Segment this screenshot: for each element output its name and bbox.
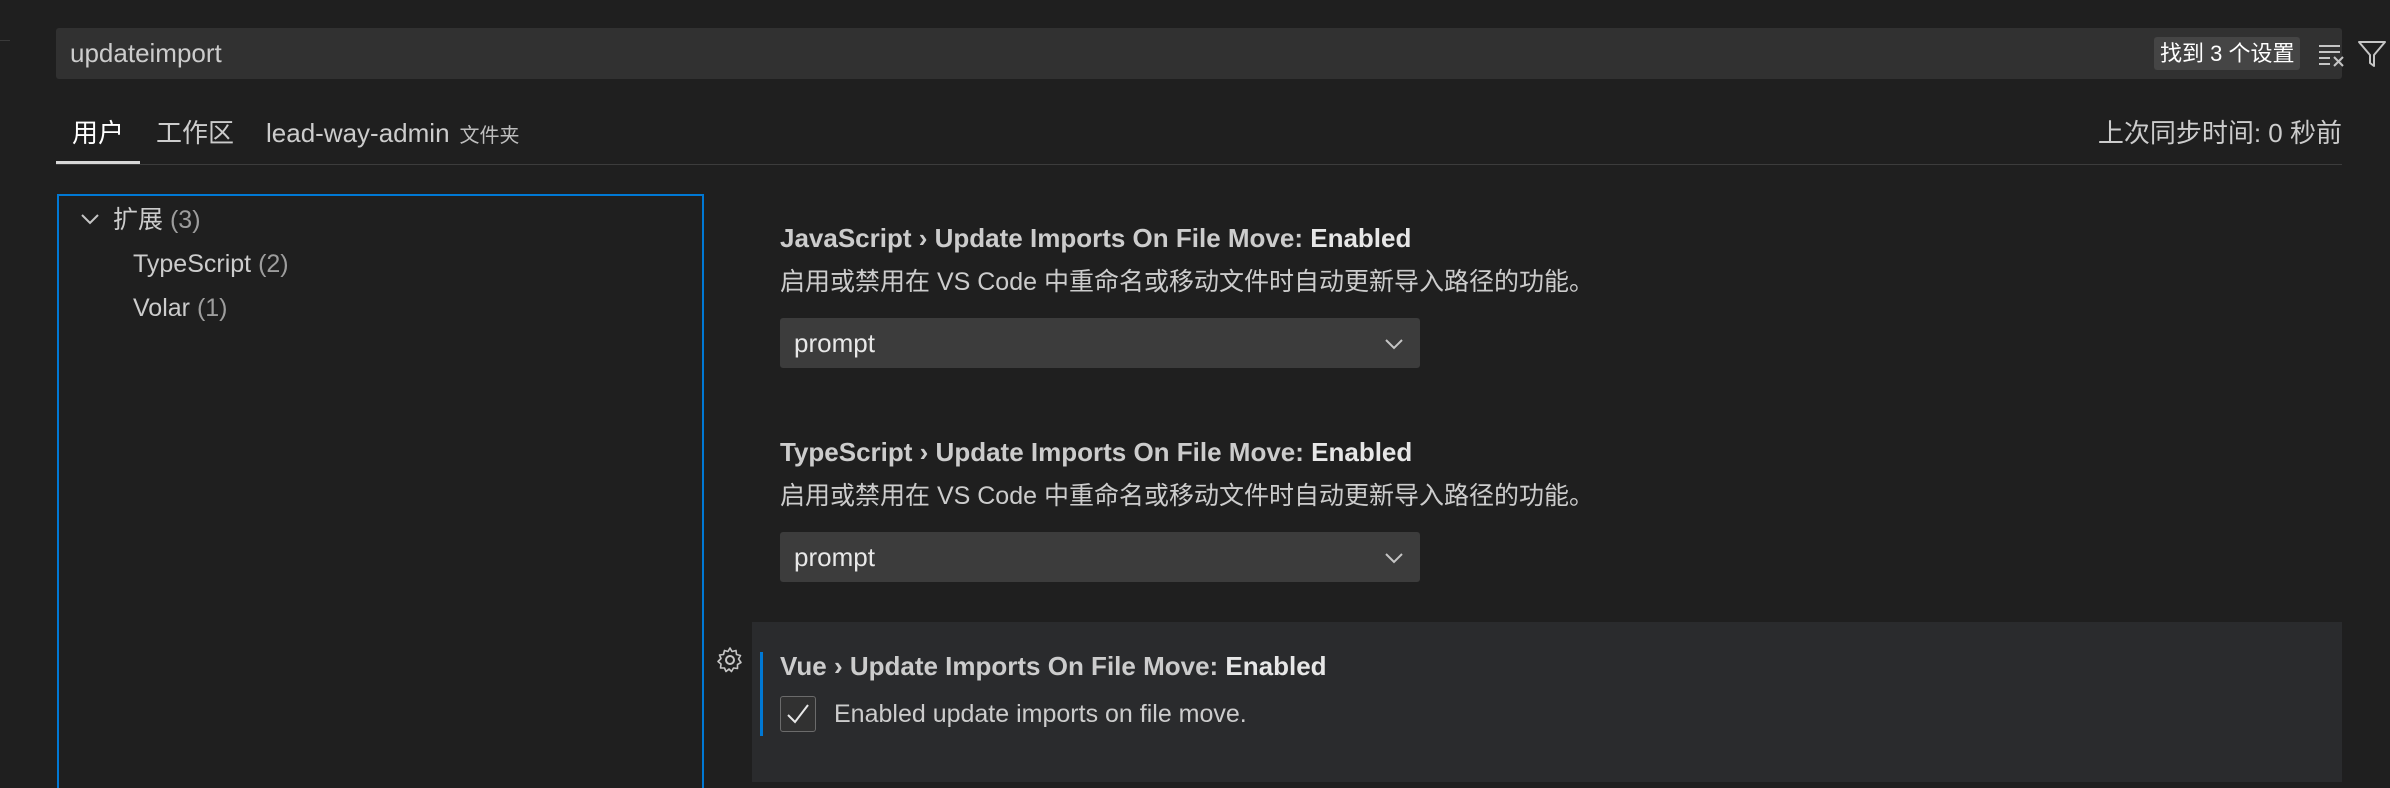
setting-description: 启用或禁用在 VS Code 中重命名或移动文件时自动更新导入路径的功能。 bbox=[780, 268, 1594, 296]
filter-icon[interactable] bbox=[2356, 38, 2388, 70]
chevron-down-icon bbox=[1383, 333, 1405, 355]
chevron-down-icon bbox=[79, 202, 101, 225]
toc-item-volar[interactable]: Volar (1) bbox=[133, 288, 228, 328]
tab-user[interactable]: 用户 bbox=[56, 108, 140, 164]
tabs-divider bbox=[56, 164, 2342, 165]
tab-workspace[interactable]: 工作区 bbox=[156, 108, 234, 164]
vue-update-imports-checkbox-label[interactable]: Enabled update imports on file move. bbox=[834, 694, 1247, 734]
clear-all-icon[interactable] bbox=[2316, 39, 2346, 69]
setting-javascript-update-imports: JavaScript › Update Imports On File Move… bbox=[780, 220, 1594, 368]
select-value: prompt bbox=[794, 328, 875, 358]
tab-folder-hint: 文件夹 bbox=[459, 125, 520, 147]
search-result-count: 找到 3 个设置 bbox=[2154, 37, 2301, 70]
editor-edge bbox=[0, 0, 10, 41]
tab-folder-label: lead-way-admin bbox=[266, 118, 450, 148]
toc-item-typescript-count: (2) bbox=[258, 250, 289, 278]
select-value: prompt bbox=[794, 542, 875, 572]
settings-toc-tree[interactable]: 扩展 (3) TypeScript (2) Volar (1) bbox=[57, 194, 704, 788]
focus-indicator bbox=[760, 652, 763, 736]
setting-typescript-update-imports: TypeScript › Update Imports On File Move… bbox=[780, 434, 1594, 582]
setting-category: Vue › Update Imports On File Move: bbox=[780, 651, 1226, 681]
setting-title: JavaScript › Update Imports On File Move… bbox=[780, 220, 1594, 256]
setting-title: Vue › Update Imports On File Move: Enabl… bbox=[780, 648, 1327, 684]
setting-name: Enabled bbox=[1310, 223, 1412, 253]
tab-workspace-label: 工作区 bbox=[156, 118, 235, 148]
sync-status: 上次同步时间: 0 秒前 bbox=[2097, 118, 2342, 148]
gear-icon[interactable] bbox=[716, 646, 744, 674]
setting-name: Enabled bbox=[1311, 437, 1413, 467]
setting-description: 启用或禁用在 VS Code 中重命名或移动文件时自动更新导入路径的功能。 bbox=[780, 482, 1594, 510]
setting-name: Enabled bbox=[1225, 651, 1327, 681]
toc-item-volar-count: (1) bbox=[196, 294, 228, 322]
toc-item-typescript-label: TypeScript bbox=[133, 250, 252, 278]
tab-folder[interactable]: lead-way-admin 文件夹 bbox=[266, 108, 520, 164]
chevron-down-icon bbox=[1383, 547, 1405, 569]
vue-update-imports-checkbox[interactable] bbox=[780, 696, 816, 732]
settings-search-bar: 找到 3 个设置 bbox=[56, 28, 2386, 79]
typescript-update-imports-select[interactable]: prompt bbox=[780, 532, 1420, 582]
toc-item-extensions-label: 扩展 bbox=[113, 206, 164, 234]
toc-item-volar-label: Volar bbox=[133, 294, 190, 322]
toc-item-extensions-count: (3) bbox=[169, 206, 201, 234]
settings-search-input[interactable] bbox=[70, 28, 1970, 79]
setting-vue-update-imports: Vue › Update Imports On File Move: Enabl… bbox=[752, 622, 2342, 782]
toc-item-typescript[interactable]: TypeScript (2) bbox=[133, 244, 289, 284]
tab-user-label: 用户 bbox=[71, 118, 124, 148]
javascript-update-imports-select[interactable]: prompt bbox=[780, 318, 1420, 368]
setting-title: TypeScript › Update Imports On File Move… bbox=[780, 434, 1594, 470]
setting-category: JavaScript › Update Imports On File Move… bbox=[780, 223, 1311, 253]
checkmark-icon bbox=[787, 704, 809, 724]
toc-item-extensions[interactable]: 扩展 (3) bbox=[79, 200, 201, 240]
settings-editor: 找到 3 个设置 用户 工作区 lead-way-admin 文件夹 bbox=[0, 0, 2390, 788]
setting-category: TypeScript › Update Imports On File Move… bbox=[780, 437, 1312, 467]
